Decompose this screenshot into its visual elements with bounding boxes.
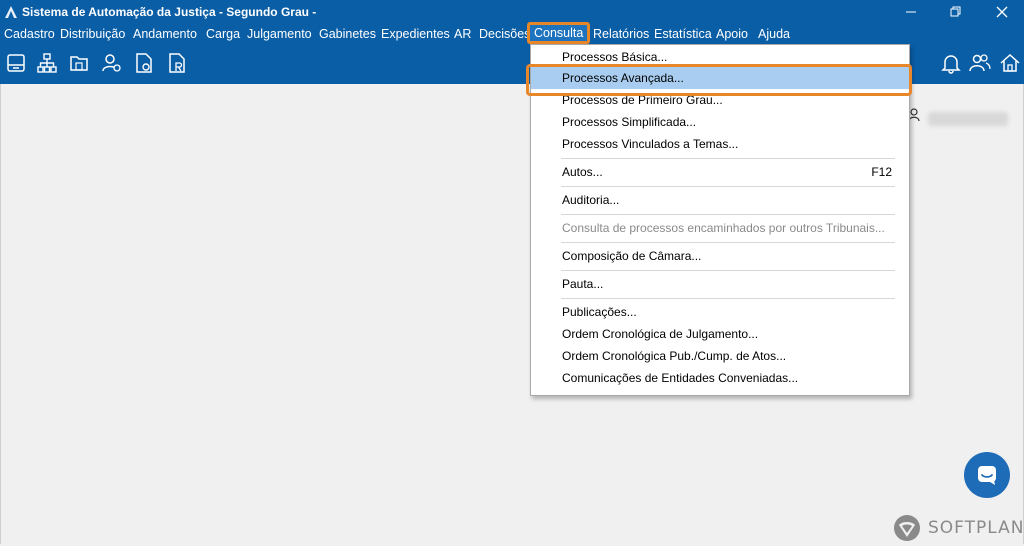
menu-item-label: Auditoria... — [562, 193, 620, 207]
menu-item-label: Processos Básica... — [562, 50, 668, 64]
menu-apoio[interactable]: Apoio — [716, 26, 748, 42]
menu-item-consulta-outros-tribunais: Consulta de processos encaminhados por o… — [531, 217, 909, 239]
highlight-frame — [526, 64, 912, 96]
bell-icon[interactable] — [940, 52, 962, 74]
menu-item-publicacoes[interactable]: Publicações... — [531, 301, 909, 323]
menu-item-processos-simplificada[interactable]: Processos Simplificada... — [531, 111, 909, 133]
menu-bar: Cadastro Distribuição Andamento Carga Ju… — [0, 22, 1024, 44]
menu-cadastro[interactable]: Cadastro — [4, 26, 55, 42]
chat-icon — [978, 466, 996, 485]
menu-separator — [561, 270, 895, 271]
brand-name: SOFTPLAN — [928, 518, 1024, 538]
menu-item-label: Processos Simplificada... — [562, 115, 697, 129]
menu-separator — [561, 186, 895, 187]
minimize-button[interactable] — [893, 0, 929, 24]
menu-item-label: Publicações... — [562, 305, 637, 319]
menu-decisoes[interactable]: Decisões — [479, 26, 530, 42]
menu-item-ordem-cronologica-julgamento[interactable]: Ordem Cronológica de Julgamento... — [531, 323, 909, 345]
menu-distribuicao[interactable]: Distribuição — [60, 26, 125, 42]
menu-ar[interactable]: AR — [454, 26, 471, 42]
title-bar: Sistema de Automação da Justiça - Segund… — [0, 0, 1024, 24]
close-icon — [996, 6, 1008, 18]
consulta-dropdown-menu: Processos Básica... Processos Avançada..… — [530, 44, 910, 396]
menu-consulta[interactable]: Consulta — [527, 22, 591, 44]
app-logo-icon — [5, 6, 17, 18]
minimize-icon — [906, 11, 916, 13]
menu-separator — [561, 298, 895, 299]
menu-item-auditoria[interactable]: Auditoria... — [531, 189, 909, 211]
menu-ajuda[interactable]: Ajuda — [758, 26, 790, 42]
menu-item-label: Processos Vinculados a Temas... — [562, 137, 739, 151]
softplan-logo-icon — [894, 515, 920, 541]
menu-item-pauta[interactable]: Pauta... — [531, 273, 909, 295]
menu-separator — [561, 158, 895, 159]
menu-item-label: Composição de Câmara... — [562, 249, 702, 263]
menu-item-label: Comunicações de Entidades Conveniadas... — [562, 371, 799, 385]
menu-item-processos-vinculados-temas[interactable]: Processos Vinculados a Temas... — [531, 133, 909, 155]
menu-expedientes[interactable]: Expedientes — [381, 26, 450, 42]
menu-item-label: Consulta de processos encaminhados por o… — [562, 221, 885, 235]
org-chart-icon[interactable] — [36, 52, 58, 74]
menu-item-ordem-cronologica-pub[interactable]: Ordem Cronológica Pub./Cump. de Atos... — [531, 345, 909, 367]
menu-item-shortcut: F12 — [871, 165, 892, 179]
menu-separator — [561, 242, 895, 243]
restore-button[interactable] — [938, 0, 974, 24]
menu-item-autos[interactable]: Autos... F12 — [531, 161, 909, 183]
window-title: Sistema de Automação da Justiça - Segund… — [22, 5, 317, 19]
menu-estatistica[interactable]: Estatística — [654, 26, 712, 42]
users-icon[interactable] — [969, 52, 991, 74]
chat-button[interactable] — [964, 452, 1010, 498]
menu-julgamento[interactable]: Julgamento — [247, 26, 312, 42]
menu-item-label: Autos... — [562, 165, 603, 179]
menu-separator — [561, 214, 895, 215]
menu-item-label: Pauta... — [562, 277, 604, 291]
restore-icon — [950, 6, 961, 17]
user-settings-icon[interactable] — [101, 52, 123, 74]
home-icon[interactable] — [999, 52, 1021, 74]
menu-andamento[interactable]: Andamento — [133, 26, 197, 42]
menu-item-composicao-camara[interactable]: Composição de Câmara... — [531, 245, 909, 267]
menu-item-label: Ordem Cronológica Pub./Cump. de Atos... — [562, 349, 787, 363]
menu-item-comunicacoes-entidades[interactable]: Comunicações de Entidades Conveniadas... — [531, 367, 909, 389]
folder-icon[interactable] — [68, 52, 90, 74]
menu-relatorios[interactable]: Relatórios — [593, 26, 649, 42]
menu-item-label: Ordem Cronológica de Julgamento... — [562, 327, 759, 341]
user-name-redacted — [928, 112, 1008, 126]
inbox-icon[interactable] — [5, 52, 27, 74]
menu-carga[interactable]: Carga — [206, 26, 240, 42]
softplan-brand: SOFTPLAN — [892, 513, 1024, 543]
close-button[interactable] — [984, 0, 1020, 24]
document-o-icon[interactable] — [133, 52, 155, 74]
menu-gabinetes[interactable]: Gabinetes — [319, 26, 376, 42]
document-r-icon[interactable] — [166, 52, 188, 74]
